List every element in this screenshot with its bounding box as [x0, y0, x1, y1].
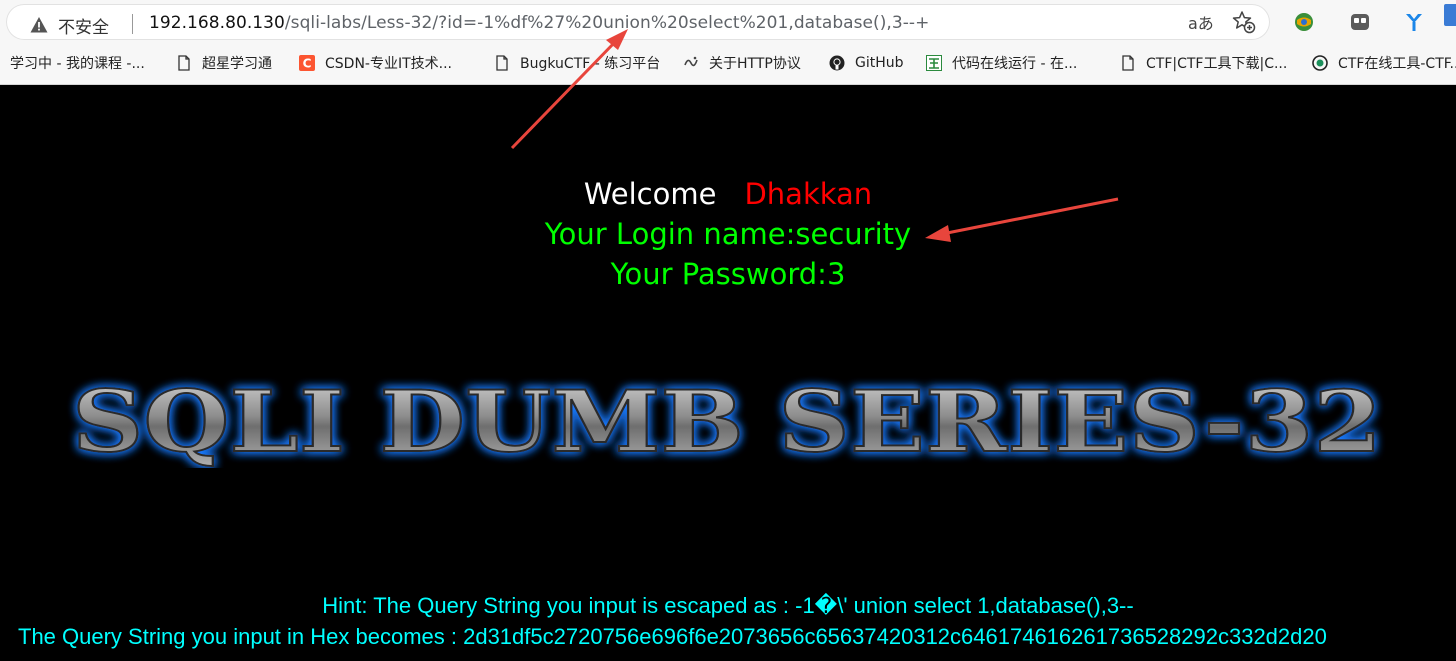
bookmark-item[interactable]: BugkuCTF - 练习平台: [494, 52, 660, 74]
url-text[interactable]: 192.168.80.130/sqli-labs/Less-32/?id=-1%…: [149, 13, 929, 33]
series-banner: SQLI DUMB SERIES-32: [71, 373, 1383, 468]
bookmark-label: 超星学习通: [202, 56, 272, 72]
hint-hex-text: The Query String you input in Hex become…: [18, 624, 1327, 649]
bookmark-label: GitHub: [855, 55, 904, 71]
ctf-icon: [1312, 55, 1328, 71]
bookmark-item[interactable]: 关于HTTP协议: [683, 52, 801, 74]
bookmark-label: 关于HTTP协议: [709, 56, 801, 72]
bookmark-item[interactable]: C CSDN-专业IT技术...: [299, 52, 452, 74]
security-status-label[interactable]: 不安全: [58, 13, 109, 38]
address-bar[interactable]: 不安全 192.168.80.130/sqli-labs/Less-32/?id…: [6, 4, 1270, 40]
code-icon: [926, 55, 942, 71]
svg-text:C: C: [303, 57, 312, 71]
extension-icon[interactable]: [1294, 12, 1314, 32]
bookmark-label: BugkuCTF - 练习平台: [520, 56, 661, 72]
welcome-text: Welcome: [583, 177, 717, 211]
bookmark-item[interactable]: CTF|CTF工具下载|C...: [1120, 52, 1287, 74]
bookmark-label: 代码在线运行 - 在...: [952, 56, 1078, 72]
extension-icon[interactable]: [1350, 12, 1370, 32]
login-name-text: Your Login name:security: [544, 217, 912, 251]
banner-text: SQLI DUMB SERIES-32: [72, 373, 1382, 468]
csdn-icon: C: [299, 55, 315, 71]
url-host: 192.168.80.130: [149, 13, 285, 33]
divider: [132, 14, 133, 34]
page-icon: [178, 55, 190, 71]
bookmark-label: CTF在线工具-CTF...: [1338, 56, 1456, 72]
browser-toolbar: 不安全 192.168.80.130/sqli-labs/Less-32/?id…: [0, 0, 1456, 44]
hint-escaped-text: Hint: The Query String you input is esca…: [322, 593, 1134, 618]
password-text: Your Password:3: [610, 257, 846, 291]
bookmark-label: CSDN-专业IT技术...: [325, 56, 452, 72]
bookmark-item[interactable]: CTF在线工具-CTF...: [1312, 52, 1456, 74]
page-content: Welcome Dhakkan Your Login name:security …: [0, 85, 1456, 661]
extension-icon[interactable]: [1404, 12, 1424, 32]
reader-mode-icon[interactable]: aあ: [1188, 10, 1214, 33]
page-icon: [496, 55, 508, 71]
github-icon: [829, 55, 845, 71]
welcome-line: Welcome Dhakkan: [0, 177, 1456, 211]
bookmark-item[interactable]: GitHub: [829, 52, 904, 74]
om-icon: [684, 56, 698, 67]
welcome-name: Dhakkan: [744, 177, 873, 211]
warning-icon[interactable]: [30, 16, 48, 34]
add-favorite-icon[interactable]: [1232, 10, 1256, 34]
extension-icon[interactable]: [1444, 4, 1456, 26]
url-path: /sqli-labs/Less-32/?id=-1%df%27%20union%…: [284, 13, 930, 33]
bookmark-item[interactable]: 学习中 - 我的课程 -...: [10, 52, 145, 74]
bookmark-item[interactable]: 超星学习通: [176, 52, 272, 74]
bookmark-label: 学习中 - 我的课程 -...: [10, 56, 145, 72]
bookmark-item[interactable]: 代码在线运行 - 在...: [926, 52, 1077, 74]
bookmark-label: CTF|CTF工具下载|C...: [1146, 56, 1288, 72]
bookmarks-bar: 学习中 - 我的课程 -... 超星学习通 C CSDN-专业IT技术... B…: [0, 44, 1456, 85]
page-icon: [1122, 55, 1134, 71]
